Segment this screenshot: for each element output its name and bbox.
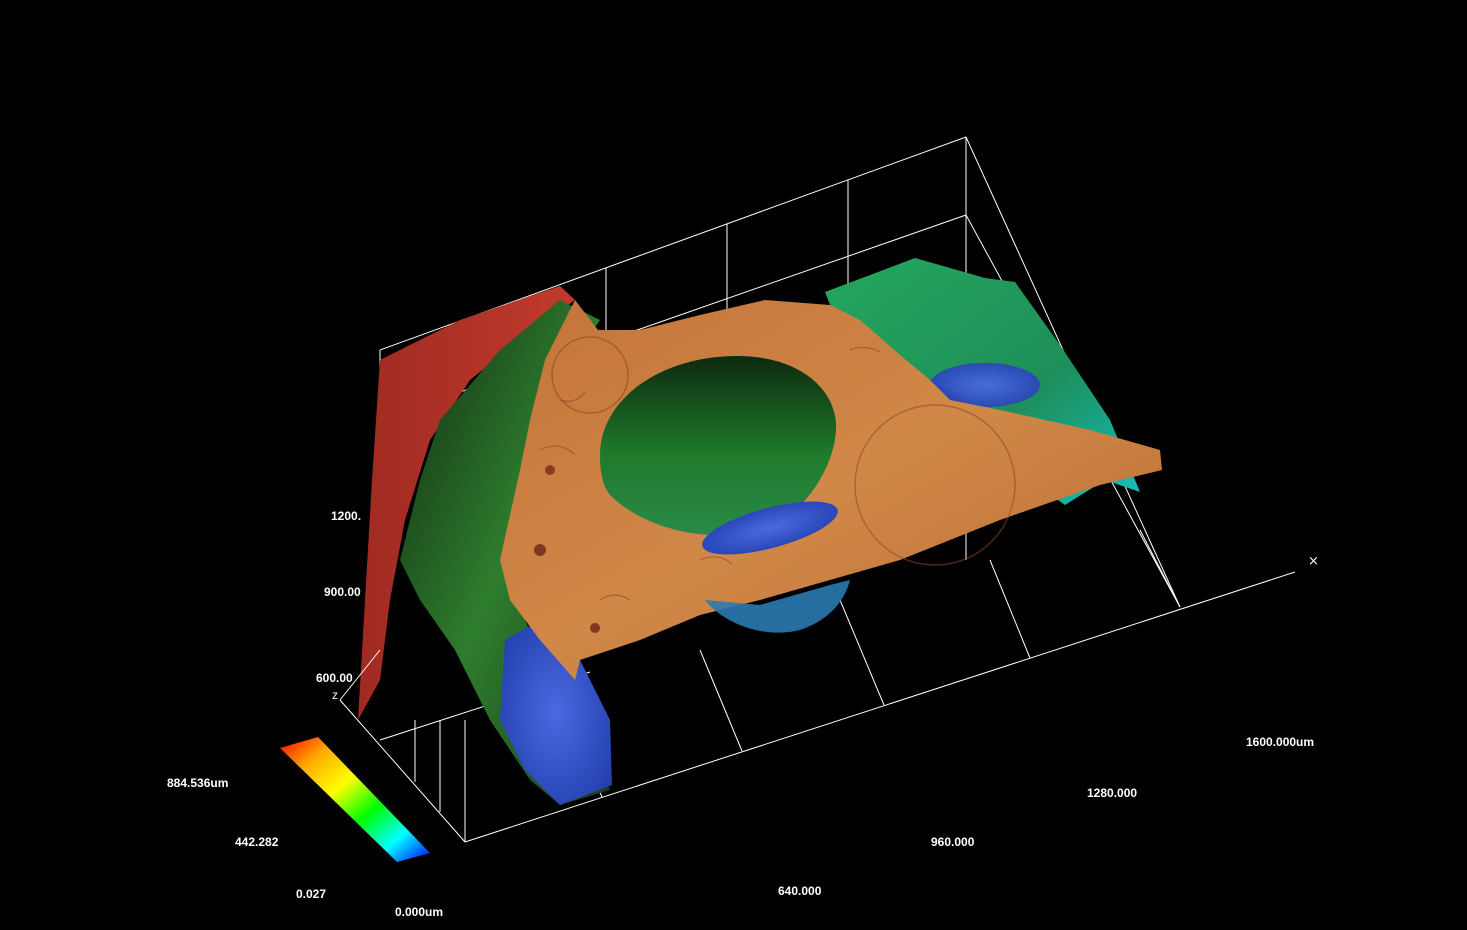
x-tick-1280: 1280.000 bbox=[1087, 786, 1138, 800]
color-scale-bar bbox=[280, 737, 430, 862]
z-axis-letter: z bbox=[332, 688, 338, 702]
scale-zero-label: 0.000um bbox=[395, 905, 444, 919]
y-tick-900: 900.00 bbox=[324, 585, 361, 599]
x-tick-1600: 1600.000um bbox=[1246, 735, 1315, 749]
close-icon[interactable]: × bbox=[1308, 555, 1319, 569]
3d-surface-viewport[interactable]: z 1200. 900.00 600.00 640.000 960.000 12… bbox=[0, 0, 1467, 930]
x-tick-640: 640.000 bbox=[778, 884, 822, 898]
scale-low-label: 0.027 bbox=[296, 887, 327, 901]
scale-max-label: 884.536um bbox=[167, 776, 229, 790]
x-tick-960: 960.000 bbox=[931, 835, 975, 849]
y-tick-1200: 1200. bbox=[331, 509, 362, 523]
y-tick-600: 600.00 bbox=[316, 671, 353, 685]
surface-render[interactable] bbox=[0, 0, 1467, 930]
scale-mid-label: 442.282 bbox=[235, 835, 279, 849]
